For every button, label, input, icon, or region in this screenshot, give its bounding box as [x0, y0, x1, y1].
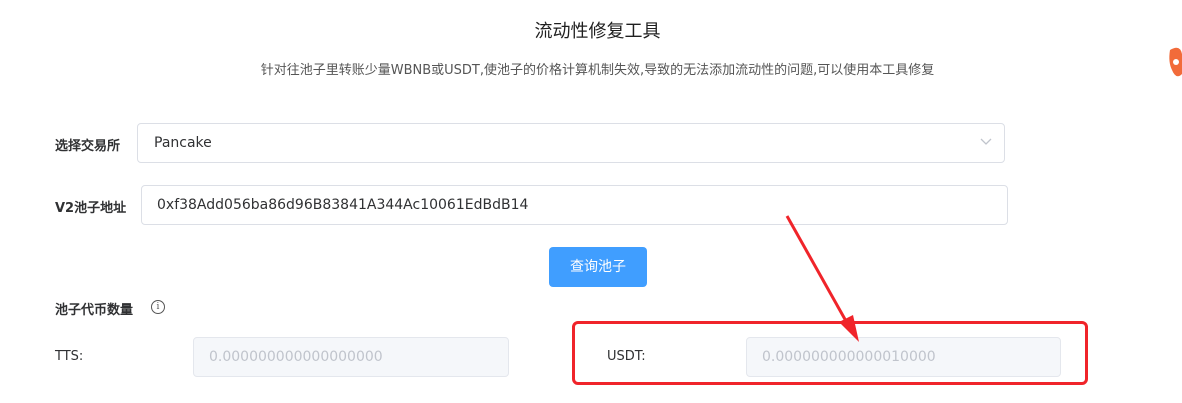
token-a-label: TTS: [55, 349, 84, 364]
chevron-down-icon [980, 138, 992, 145]
query-pool-button[interactable]: 查询池子 [549, 247, 647, 287]
pool-address-input[interactable]: 0xf38Add056ba86d96B83841A344Ac10061EdBdB… [141, 185, 1008, 225]
annotation-highlight-box [572, 321, 1088, 385]
pool-reserves-label: 池子代币数量 [55, 303, 134, 318]
exchange-select[interactable]: Pancake [137, 123, 1005, 163]
exchange-label: 选择交易所 [55, 139, 121, 154]
page-title: 流动性修复工具 [534, 21, 661, 42]
brand-logo-icon [1169, 47, 1182, 77]
exchange-select-value: Pancake [154, 135, 212, 151]
info-icon[interactable]: i [151, 300, 165, 314]
page-subtitle: 针对往池子里转账少量WBNB或USDT,使池子的价格计算机制失效,导致的无法添加… [260, 63, 935, 78]
token-a-amount-field[interactable]: 0.000000000000000000 [193, 337, 509, 377]
pool-address-label: V2池子地址 [55, 201, 127, 216]
